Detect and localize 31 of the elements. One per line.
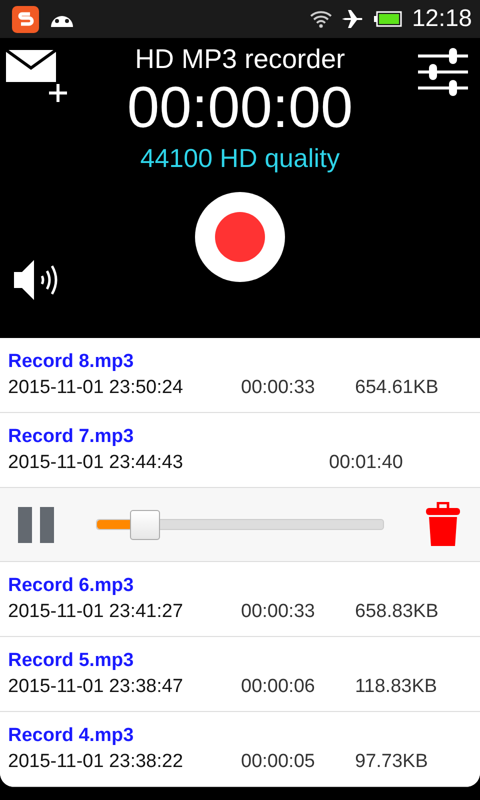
file-size: 118.83KB xyxy=(355,676,438,698)
file-size: 658.83KB xyxy=(355,601,438,623)
pause-button[interactable] xyxy=(16,504,56,544)
record-duration: 00:01:40 xyxy=(329,452,403,474)
file-size: 97.73KB xyxy=(355,751,428,773)
wifi-icon xyxy=(310,10,332,28)
record-date: 2015-11-01 23:38:47 xyxy=(8,676,184,698)
airplane-icon xyxy=(342,9,364,29)
file-name: Record 6.mp3 xyxy=(8,575,135,597)
record-date: 2015-11-01 23:50:24 xyxy=(8,377,184,399)
quality-label: 44100 HD quality xyxy=(140,142,340,174)
record-duration: 00:00:06 xyxy=(241,676,316,698)
record-duration: 00:00:05 xyxy=(241,751,316,773)
file-name: Record 8.mp3 xyxy=(8,351,135,373)
record-duration: 00:00:33 xyxy=(241,377,316,399)
seek-thumb[interactable] xyxy=(130,510,160,540)
record-date: 2015-11-01 23:41:27 xyxy=(8,601,184,623)
file-name: Record 4.mp3 xyxy=(8,725,135,747)
file-name: Record 7.mp3 xyxy=(8,426,135,448)
app-title: HD MP3 recorder xyxy=(134,44,346,75)
trash-icon[interactable] xyxy=(426,502,460,548)
app-icon xyxy=(12,6,39,32)
seek-slider[interactable] xyxy=(96,508,384,540)
record-date: 2015-11-01 23:38:22 xyxy=(8,751,184,773)
recording-timer: 00:00:00 xyxy=(127,74,353,142)
record-date: 2015-11-01 23:44:43 xyxy=(8,452,184,474)
battery-icon xyxy=(374,11,402,27)
record-duration: 00:00:33 xyxy=(241,601,316,623)
file-size: 654.61KB xyxy=(355,377,438,399)
clock-time: 12:18 xyxy=(412,5,472,33)
file-name: Record 5.mp3 xyxy=(8,650,135,672)
